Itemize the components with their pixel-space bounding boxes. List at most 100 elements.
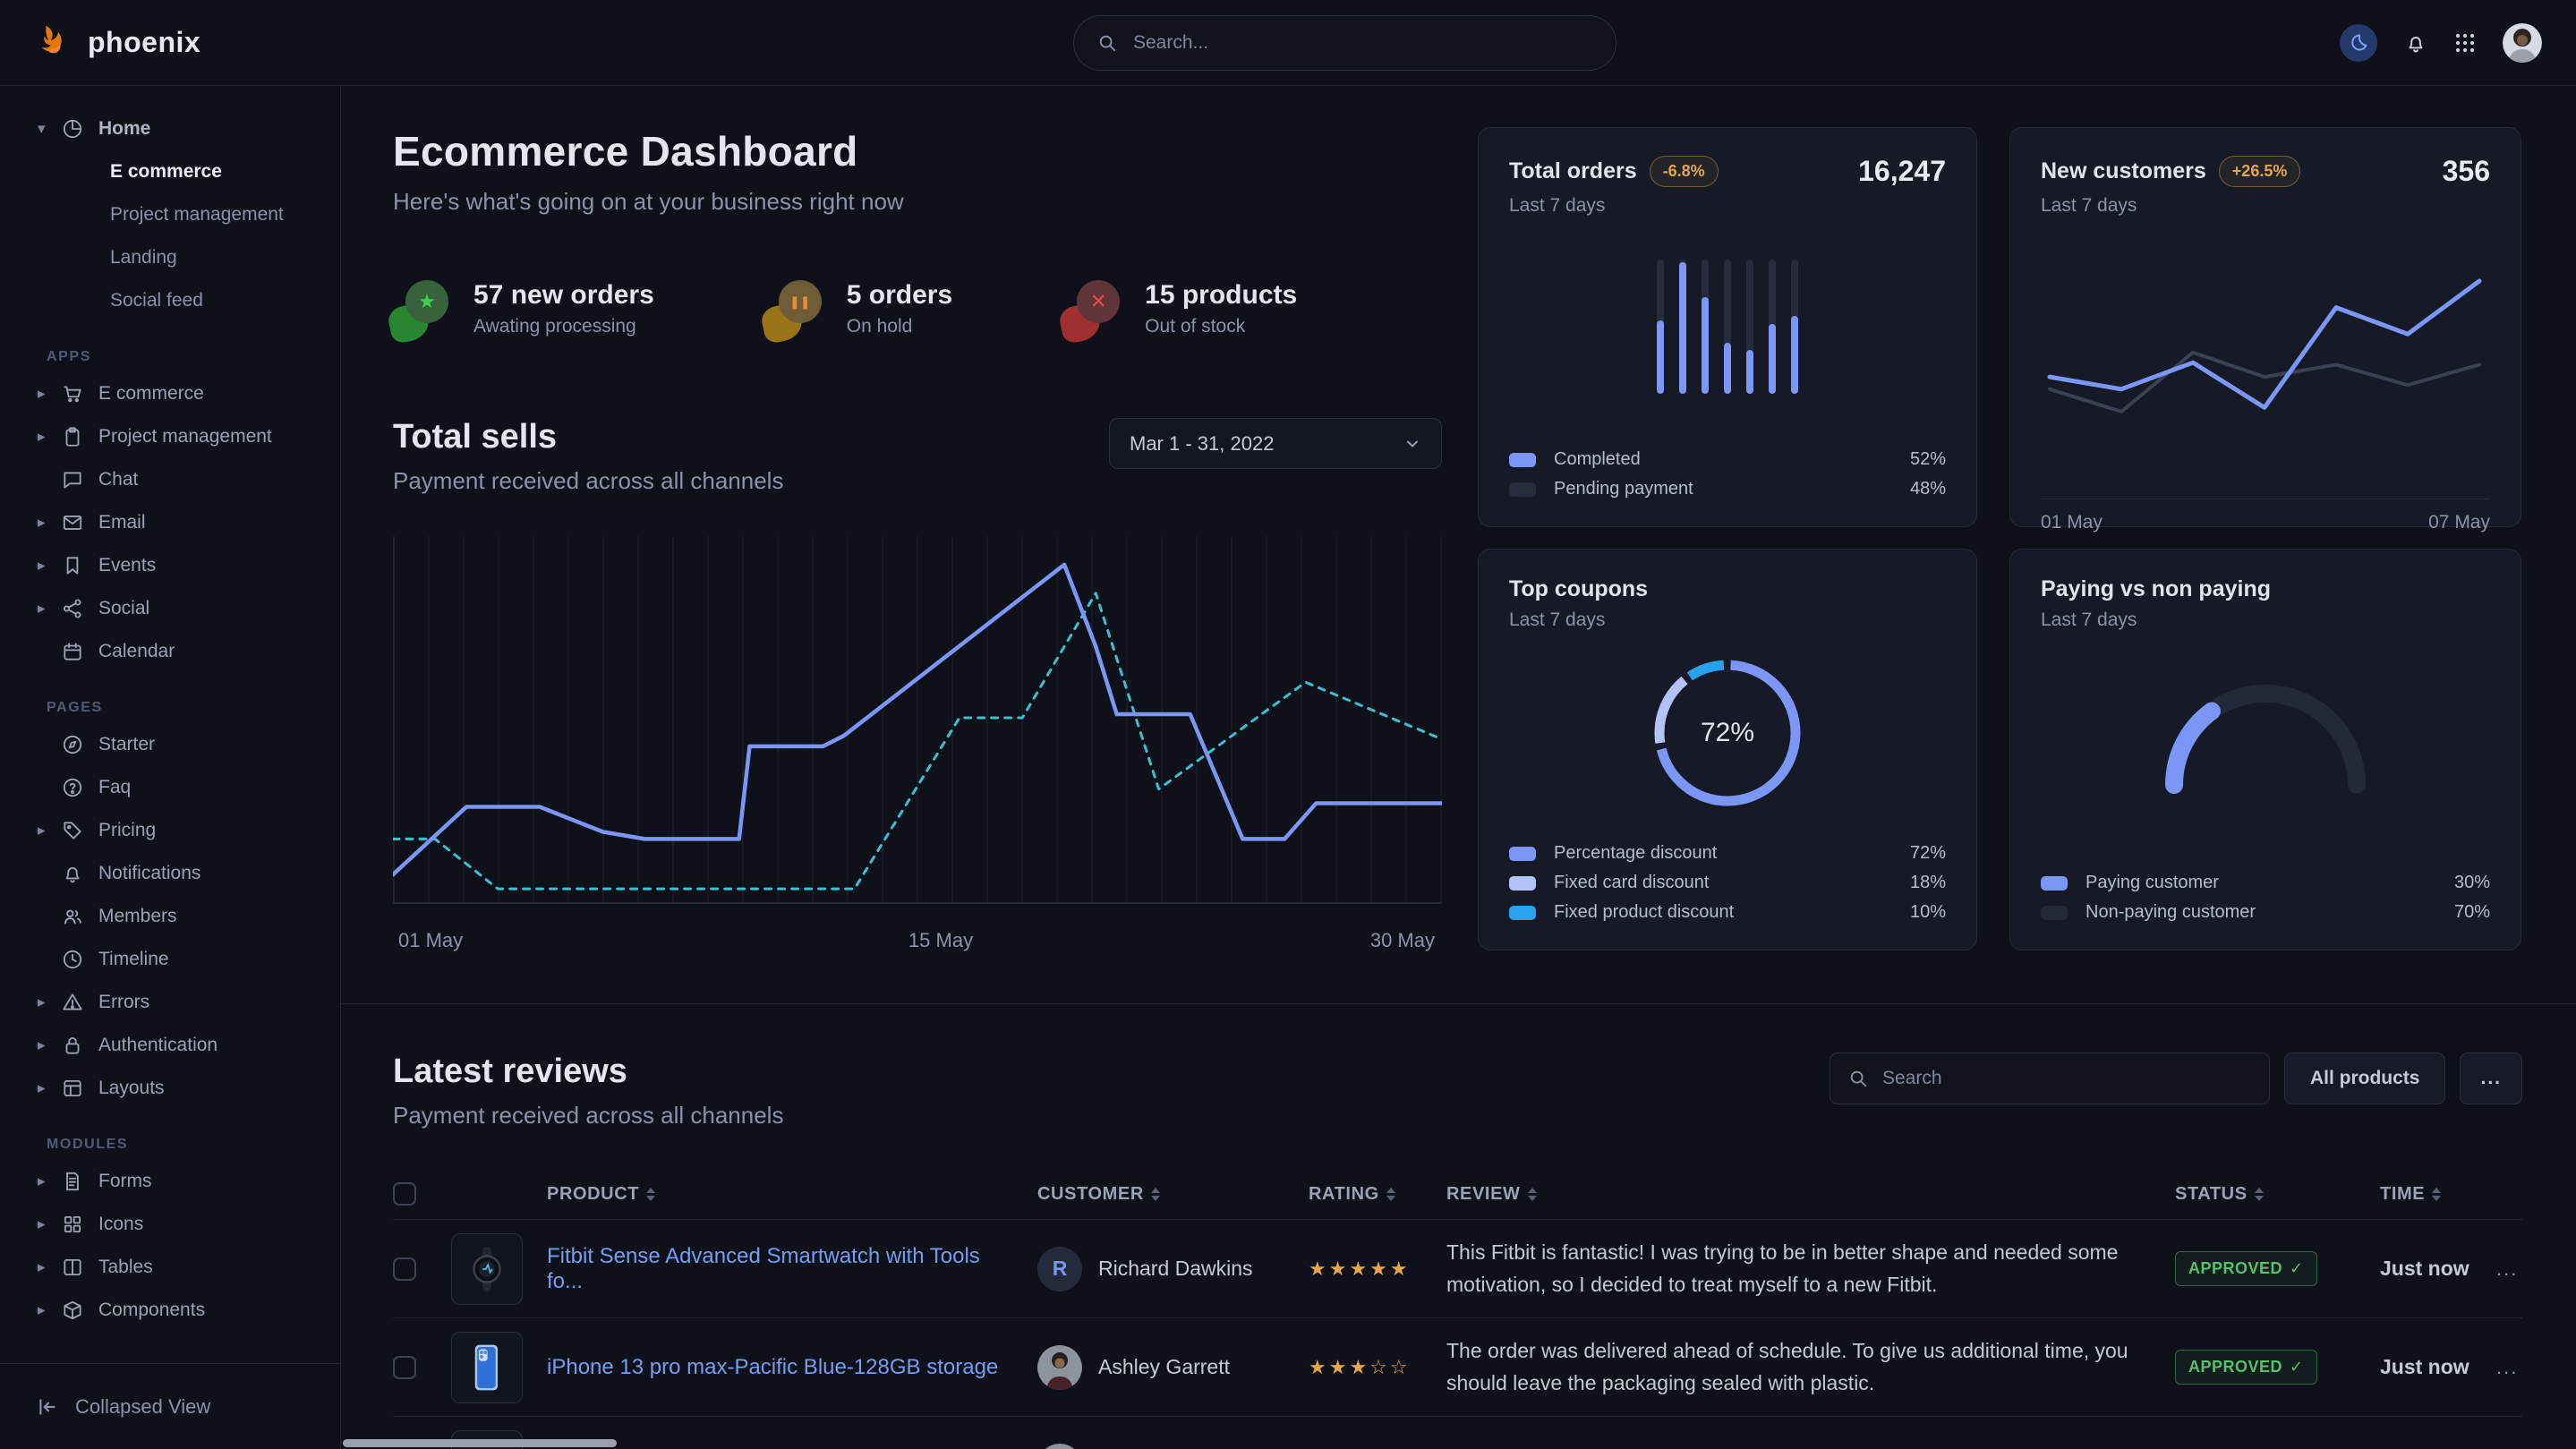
review-text: The order was delivered ahead of schedul…: [1446, 1335, 2175, 1399]
caret-right-icon[interactable]: ▸: [38, 1036, 61, 1054]
column-header-customer[interactable]: CUSTOMER: [1037, 1184, 1309, 1205]
apps-grid-button[interactable]: [2454, 32, 2476, 54]
card-value: 356: [2443, 155, 2490, 188]
sidebar-subitem-project-management[interactable]: Project management: [0, 193, 340, 236]
legend-label: Fixed product discount: [1554, 902, 1734, 923]
caret-right-icon[interactable]: ▸: [38, 1258, 61, 1276]
customer-avatar[interactable]: [1037, 1444, 1082, 1449]
sidebar-item-timeline[interactable]: Timeline: [0, 938, 340, 981]
order-bar: [1702, 260, 1709, 394]
caret-right-icon[interactable]: ▸: [38, 822, 61, 840]
caret-right-icon[interactable]: ▸: [38, 514, 61, 532]
sidebar-item-layouts[interactable]: ▸Layouts: [0, 1067, 340, 1110]
column-header-time[interactable]: TIME: [2380, 1184, 2496, 1205]
row-checkbox[interactable]: [393, 1356, 416, 1379]
sidebar-item-e-commerce[interactable]: ▸E commerce: [0, 372, 340, 415]
caret-right-icon[interactable]: ▸: [38, 1301, 61, 1319]
compass-icon: [61, 733, 84, 756]
sidebar-item-errors[interactable]: ▸Errors: [0, 981, 340, 1024]
legend-swatch: [2041, 876, 2068, 891]
sidebar-item-starter[interactable]: Starter: [0, 723, 340, 766]
sidebar-item-authentication[interactable]: ▸Authentication: [0, 1024, 340, 1067]
caret-right-icon[interactable]: ▸: [38, 600, 61, 618]
sidebar-item-pricing[interactable]: ▸Pricing: [0, 809, 340, 852]
reviews-search[interactable]: [1830, 1053, 2270, 1104]
sidebar-item-members[interactable]: Members: [0, 895, 340, 938]
x-axis-label: 07 May: [2428, 512, 2490, 533]
caret-right-icon[interactable]: ▸: [38, 557, 61, 575]
user-avatar[interactable]: [2503, 23, 2542, 63]
bookmark-icon: [61, 554, 84, 577]
latest-reviews-title: Latest reviews: [393, 1053, 783, 1091]
layout-icon: [61, 1077, 84, 1100]
card-title: Top coupons: [1509, 576, 1648, 602]
column-header-status[interactable]: STATUS: [2175, 1184, 2380, 1205]
sidebar-item-calendar[interactable]: Calendar: [0, 630, 340, 673]
select-all-checkbox[interactable]: [393, 1182, 416, 1206]
caret-right-icon[interactable]: ▸: [38, 993, 61, 1011]
sidebar-item-email[interactable]: ▸Email: [0, 501, 340, 544]
caret-right-icon[interactable]: ▸: [38, 428, 61, 446]
top-coupons-card: Top coupons Last 7 days 72% Percentage d…: [1478, 549, 1977, 950]
dark-mode-toggle[interactable]: [2340, 24, 2377, 62]
sidebar-subitem-e-commerce[interactable]: E commerce: [0, 150, 340, 193]
caret-right-icon[interactable]: ▸: [38, 1215, 61, 1233]
sidebar-item-events[interactable]: ▸Events: [0, 544, 340, 587]
sidebar-subitem-social-feed[interactable]: Social feed: [0, 279, 340, 322]
global-search-input[interactable]: [1131, 31, 1592, 55]
moon-icon: [2348, 32, 2369, 54]
sidebar-item-forms[interactable]: ▸Forms: [0, 1160, 340, 1203]
all-products-button[interactable]: All products: [2284, 1053, 2446, 1104]
caret-down-icon[interactable]: ▾: [38, 120, 61, 138]
sidebar-item-home[interactable]: ▾Home: [0, 107, 340, 150]
column-header-label: TIME: [2380, 1184, 2425, 1205]
column-header-rating[interactable]: RATING: [1309, 1184, 1446, 1205]
columns-icon: [61, 1256, 84, 1279]
sidebar-section-label: PAGES: [47, 700, 340, 716]
check-icon: ✓: [2290, 1358, 2304, 1377]
reviews-search-input[interactable]: [1881, 1067, 2251, 1090]
product-thumbnail[interactable]: [451, 1233, 523, 1305]
customer-avatar[interactable]: [1037, 1345, 1082, 1390]
total-sells-chart: 01 May 15 May 30 May: [393, 527, 1442, 958]
sidebar-item-chat[interactable]: Chat: [0, 458, 340, 501]
sidebar-item-label: Social: [98, 598, 149, 619]
sidebar-item-label: Icons: [98, 1214, 143, 1235]
column-header-product[interactable]: PRODUCT: [547, 1184, 1037, 1205]
legend-swatch: [1509, 453, 1536, 467]
caret-right-icon[interactable]: ▸: [38, 1079, 61, 1097]
sidebar-item-components[interactable]: ▸Components: [0, 1289, 340, 1332]
nine-dots-grid-icon: [2454, 32, 2476, 54]
row-more-button[interactable]: ...: [2496, 1257, 2518, 1280]
global-search[interactable]: [1073, 15, 1616, 71]
product-link[interactable]: Fitbit Sense Advanced Smartwatch with To…: [547, 1244, 980, 1293]
brand-logo[interactable]: phoenix: [34, 23, 200, 63]
all-products-label: All products: [2310, 1068, 2420, 1089]
product-thumbnail[interactable]: [451, 1332, 523, 1403]
sidebar-item-icons[interactable]: ▸ Icons: [0, 1203, 340, 1246]
orders-bar-chart: [1509, 260, 1946, 394]
sidebar-item-social[interactable]: ▸ Social: [0, 587, 340, 630]
collapsed-view-toggle[interactable]: Collapsed View: [0, 1363, 340, 1449]
sidebar-subitem-landing[interactable]: Landing: [0, 236, 340, 279]
sidebar-item-faq[interactable]: Faq: [0, 766, 340, 809]
row-more-button[interactable]: ...: [2496, 1356, 2518, 1378]
sidebar-item-project-management[interactable]: ▸Project management: [0, 415, 340, 458]
legend-row: Fixed card discount18%: [1509, 873, 1946, 893]
caret-right-icon[interactable]: ▸: [38, 385, 61, 403]
horizontal-scrollbar-thumb[interactable]: [343, 1439, 617, 1447]
navbar-actions: [2340, 23, 2542, 63]
product-link[interactable]: iPhone 13 pro max-Pacific Blue-128GB sto…: [547, 1355, 1025, 1379]
column-header-review[interactable]: REVIEW: [1446, 1184, 2175, 1205]
sort-icon: [646, 1188, 655, 1201]
notifications-button[interactable]: [2404, 31, 2427, 55]
customer-avatar[interactable]: R: [1037, 1247, 1082, 1291]
reviews-more-button[interactable]: ...: [2460, 1053, 2522, 1104]
legend-label: Fixed card discount: [1554, 873, 1709, 893]
sidebar-item-notifications[interactable]: Notifications: [0, 852, 340, 895]
sidebar-item-tables[interactable]: ▸Tables: [0, 1246, 340, 1289]
row-checkbox[interactable]: [393, 1257, 416, 1281]
date-range-select[interactable]: Mar 1 - 31, 2022: [1109, 418, 1442, 469]
legend-label: Paying customer: [2086, 873, 2219, 893]
caret-right-icon[interactable]: ▸: [38, 1172, 61, 1190]
